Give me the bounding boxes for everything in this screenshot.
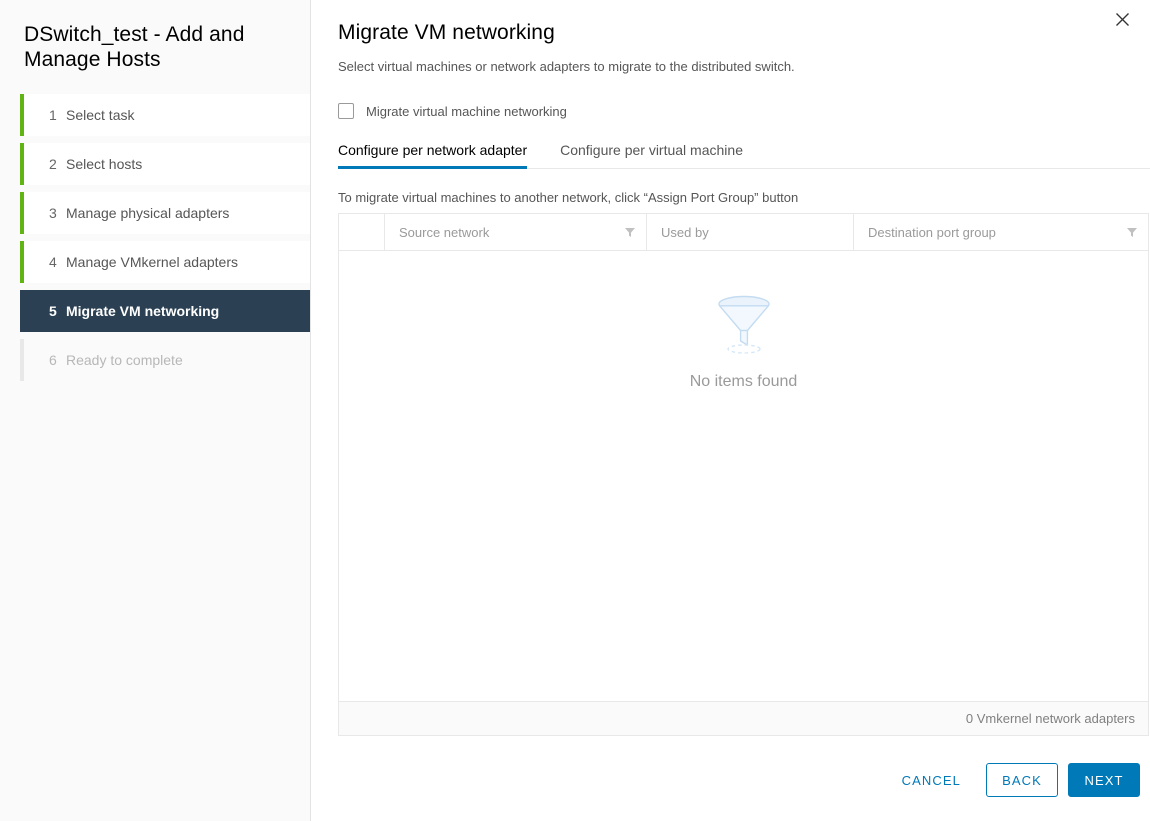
main-panel: Migrate VM networking Select virtual mac… [311, 0, 1150, 821]
table-header-source-network-column: Source network [384, 214, 646, 250]
back-button[interactable]: BACK [986, 763, 1058, 797]
table-hint: To migrate virtual machines to another n… [338, 190, 1150, 205]
wizard-step-3[interactable]: 3Manage physical adapters [20, 192, 310, 234]
table-header-label: Destination port group [868, 225, 1126, 240]
tab-network-adapter[interactable]: Configure per network adapter [338, 142, 527, 169]
next-button[interactable]: NEXT [1068, 763, 1140, 797]
wizard-title: DSwitch_test - Add and Manage Hosts [0, 0, 310, 72]
migrate-vm-networking-label[interactable]: Migrate virtual machine networking [366, 104, 567, 119]
filter-icon[interactable] [624, 226, 636, 238]
page-subtitle: Select virtual machines or network adapt… [338, 58, 1150, 75]
wizard-step-5[interactable]: 5Migrate VM networking [20, 290, 310, 332]
wizard-step-label: Manage VMkernel adapters [66, 254, 238, 270]
empty-state: No items found [339, 293, 1148, 391]
migrate-vm-networking-row[interactable]: Migrate virtual machine networking [338, 103, 1150, 119]
table-header-used-by-column: Used by [646, 214, 853, 250]
funnel-icon [712, 293, 776, 355]
wizard-step-label: Migrate VM networking [66, 303, 219, 319]
page-title: Migrate VM networking [338, 20, 1150, 46]
wizard-step-number: 3 [49, 205, 66, 221]
wizard-step-label: Ready to complete [66, 352, 183, 368]
table-header-destination-port-group-column: Destination port group [853, 214, 1148, 250]
table-footer: 0 Vmkernel network adapters [339, 701, 1148, 735]
action-bar: CANCEL BACK NEXT [877, 763, 1140, 797]
table-header-row: Source network Used by Destination port gr… [339, 214, 1148, 251]
wizard-step-number: 2 [49, 156, 66, 172]
tab-virtual-machine[interactable]: Configure per virtual machine [560, 142, 743, 169]
filter-icon[interactable] [1126, 226, 1138, 238]
wizard-step-number: 5 [49, 303, 66, 319]
page-header: Migrate VM networking Select virtual mac… [311, 0, 1150, 75]
cancel-button[interactable]: CANCEL [887, 763, 976, 797]
table-body: No items found [339, 251, 1148, 701]
wizard-step-1[interactable]: 1Select task [20, 94, 310, 136]
table-header-label: Used by [661, 225, 843, 240]
close-icon[interactable] [1105, 2, 1139, 36]
wizard-step-6: 6Ready to complete [20, 339, 310, 381]
table-footer-count: 0 Vmkernel network adapters [966, 711, 1135, 726]
migration-table: Source network Used by Destination port gr… [338, 213, 1149, 736]
table-header-label: Source network [399, 225, 624, 240]
wizard-step-number: 4 [49, 254, 66, 270]
wizard-step-4[interactable]: 4Manage VMkernel adapters [20, 241, 310, 283]
wizard-step-number: 1 [49, 107, 66, 123]
migrate-vm-networking-checkbox[interactable] [338, 103, 354, 119]
configuration-tabs: Configure per network adapter Configure p… [338, 140, 1150, 169]
empty-state-text: No items found [690, 373, 798, 391]
wizard-step-label: Select task [66, 107, 134, 123]
wizard-step-label: Manage physical adapters [66, 205, 229, 221]
wizard-sidebar: DSwitch_test - Add and Manage Hosts 1Sel… [0, 0, 311, 821]
wizard-step-number: 6 [49, 352, 66, 368]
wizard-step-label: Select hosts [66, 156, 142, 172]
table-header-select-column [339, 214, 384, 250]
wizard-step-2[interactable]: 2Select hosts [20, 143, 310, 185]
wizard-steps-list: 1Select task 2Select hosts 3Manage physica… [0, 94, 310, 381]
